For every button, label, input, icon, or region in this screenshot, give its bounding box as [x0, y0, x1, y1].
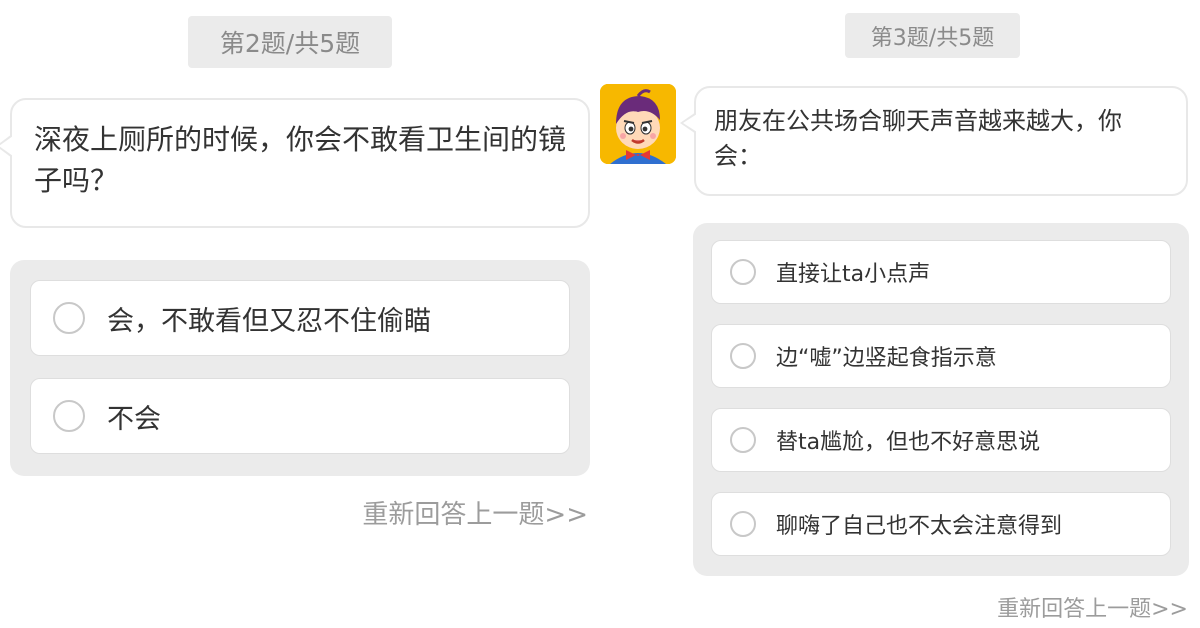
redo-previous-link[interactable]: 重新回答上一题>>	[362, 494, 588, 531]
question-text: 深夜上厕所的时候，你会不敢看卫生间的镜子吗？	[34, 123, 567, 197]
radio-icon[interactable]	[53, 302, 85, 334]
option-item[interactable]: 直接让ta小点声	[711, 240, 1171, 304]
option-label: 不会	[107, 403, 161, 435]
option-label: 替ta尴尬，但也不好意思说	[776, 430, 1041, 455]
question-text: 朋友在公共场合聊天声音越来越大，你会：	[714, 107, 1122, 170]
quiz-panel-question-2: 第2题/共5题 深夜上厕所的时候，你会不敢看卫生间的镜子吗？ 会，不敢看但又忍不…	[0, 0, 600, 628]
progress-badge: 第3题/共5题	[845, 13, 1020, 58]
question-bubble: 深夜上厕所的时候，你会不敢看卫生间的镜子吗？	[0, 98, 590, 228]
cartoon-boy-icon	[600, 84, 676, 164]
option-item[interactable]: 替ta尴尬，但也不好意思说	[711, 408, 1171, 472]
progress-badge: 第2题/共5题	[188, 16, 392, 68]
option-label: 会，不敢看但又忍不住偷瞄	[107, 305, 431, 337]
option-item[interactable]: 边“嘘”边竖起食指示意	[711, 324, 1171, 388]
radio-icon[interactable]	[730, 259, 756, 285]
option-label: 聊嗨了自己也不太会注意得到	[776, 514, 1063, 539]
options-panel: 直接让ta小点声 边“嘘”边竖起食指示意 替ta尴尬，但也不好意思说 聊嗨了自己…	[693, 223, 1189, 576]
options-panel: 会，不敢看但又忍不住偷瞄 不会	[10, 260, 590, 476]
option-item[interactable]: 不会	[30, 378, 570, 454]
radio-icon[interactable]	[730, 427, 756, 453]
question-bubble: 朋友在公共场合聊天声音越来越大，你会：	[680, 86, 1188, 196]
option-item[interactable]: 聊嗨了自己也不太会注意得到	[711, 492, 1171, 556]
radio-icon[interactable]	[730, 343, 756, 369]
option-label: 边“嘘”边竖起食指示意	[776, 346, 997, 371]
option-label: 直接让ta小点声	[776, 262, 931, 287]
quiz-panel-question-3: 第3题/共5题 朋友在公共场合聊天声音越来越大，你会： 直接让ta小点声 边“嘘…	[600, 0, 1200, 628]
redo-previous-link[interactable]: 重新回答上一题>>	[997, 591, 1188, 623]
option-item[interactable]: 会，不敢看但又忍不住偷瞄	[30, 280, 570, 356]
radio-icon[interactable]	[53, 400, 85, 432]
radio-icon[interactable]	[730, 511, 756, 537]
